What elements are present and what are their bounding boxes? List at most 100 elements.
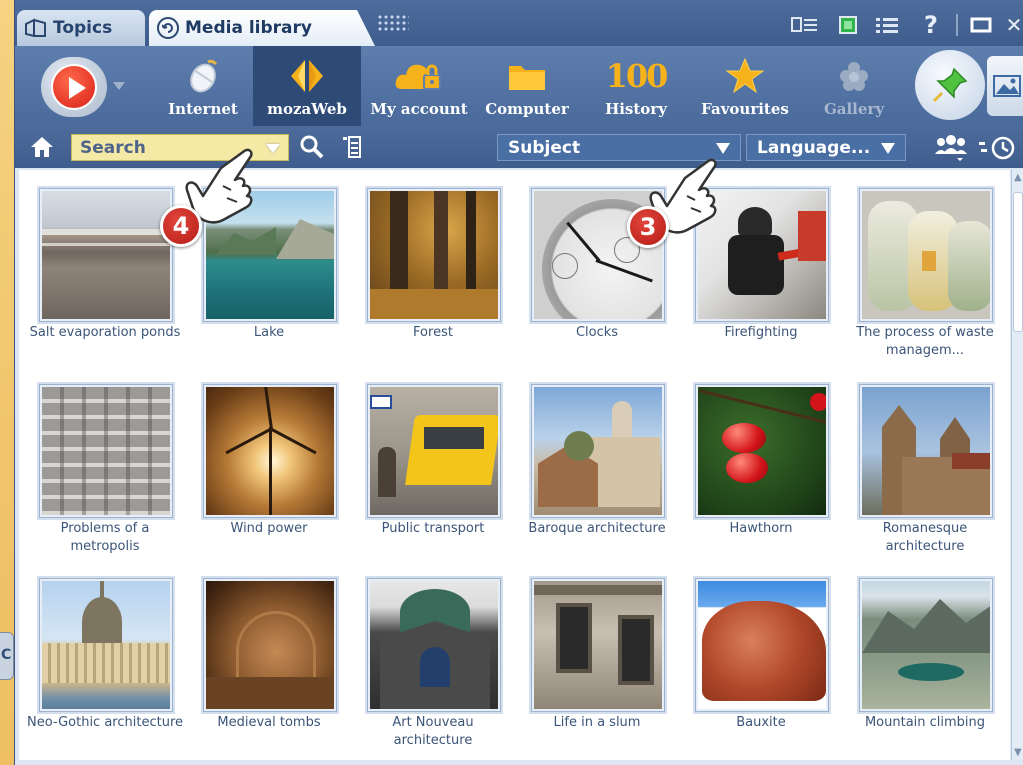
media-thumbnail <box>367 384 501 518</box>
media-item-baroque-architecture[interactable]: Baroque architecture <box>517 366 677 556</box>
media-caption: Firefighting <box>724 325 798 340</box>
media-item-medieval-tombs[interactable]: Medieval tombs <box>189 560 349 750</box>
tab-media-library[interactable]: Media library <box>149 10 357 46</box>
tab-topics-label: Topics <box>53 18 113 38</box>
internet-mouse-icon <box>186 56 220 96</box>
toolbar-gallery-button[interactable]: Gallery <box>807 46 901 126</box>
green-square-icon[interactable] <box>837 12 859 38</box>
toolbar-gallery-label: Gallery <box>823 100 885 118</box>
media-caption: Romanesque architecture <box>882 521 968 554</box>
play-icon <box>51 64 97 110</box>
image-view-button[interactable] <box>987 56 1023 116</box>
list-icon[interactable] <box>873 12 901 38</box>
search-dropdown-caret-icon[interactable] <box>266 144 280 153</box>
home-icon[interactable] <box>29 135 55 159</box>
scroll-down-icon[interactable]: ▼ <box>1014 747 1022 758</box>
topics-icon <box>25 17 47 39</box>
toolbar-my-account-button[interactable]: My account <box>365 46 473 126</box>
media-caption: Clocks <box>575 325 619 340</box>
background-window-tab[interactable]: C <box>0 632 14 680</box>
subject-chevron-down-icon <box>716 143 730 154</box>
media-caption: Art Nouveau architecture <box>392 715 474 748</box>
close-icon[interactable]: ✕ <box>1005 12 1023 38</box>
vertical-scrollbar[interactable]: ▲ ▼ <box>1011 170 1023 760</box>
play-button[interactable] <box>41 57 107 117</box>
toolbar-history-button[interactable]: 100 History <box>587 46 685 126</box>
media-item-problems-of-a-metropolis[interactable]: Problems of a metropolis <box>25 366 185 556</box>
media-item-hawthorn[interactable]: Hawthorn <box>681 366 841 556</box>
media-thumbnail <box>203 578 337 712</box>
gallery-icon <box>837 56 871 96</box>
toolbar-internet-button[interactable]: Internet <box>155 46 251 126</box>
media-thumbnail <box>859 578 993 712</box>
media-caption: The process of waste managem... <box>856 325 994 358</box>
minimize-icon[interactable] <box>967 12 995 38</box>
media-item-forest[interactable]: Forest <box>353 170 513 360</box>
tab-bar: Topics Media library ? ✕ <box>15 0 1023 46</box>
media-item-mountain-climbing[interactable]: Mountain climbing <box>845 560 1005 750</box>
pin-button[interactable] <box>915 50 985 120</box>
main-toolbar: Internet mozaWeb My account Computer 100 <box>15 46 1023 126</box>
language-dropdown[interactable]: Language... <box>746 134 906 161</box>
media-caption: Public transport <box>381 521 485 536</box>
toolbar-mozaweb-label: mozaWeb <box>267 100 347 118</box>
toolbar-computer-label: Computer <box>485 100 569 118</box>
media-item-bauxite[interactable]: Bauxite <box>681 560 841 750</box>
help-glyph: ? <box>924 11 938 39</box>
play-menu-caret-icon[interactable] <box>113 82 125 90</box>
toolbar-mozaweb-button[interactable]: mozaWeb <box>253 46 361 126</box>
media-item-neo-gothic-architecture[interactable]: Neo-Gothic architecture <box>25 560 185 750</box>
media-thumbnail <box>39 578 173 712</box>
image-icon <box>993 75 1021 97</box>
clock-history-icon[interactable] <box>977 135 1017 165</box>
media-thumbnail <box>367 578 501 712</box>
filter-bar: Search Subject Language... <box>15 126 1023 168</box>
pin-icon <box>932 67 968 103</box>
search-placeholder: Search <box>80 138 146 158</box>
media-caption: Bauxite <box>736 715 786 730</box>
media-item-art-nouveau-architecture[interactable]: Art Nouveau architecture <box>353 560 513 750</box>
media-item-wind-power[interactable]: Wind power <box>189 366 349 556</box>
media-item-life-in-a-slum[interactable]: Life in a slum <box>517 560 677 750</box>
toolbar-favourites-label: Favourites <box>701 100 789 118</box>
tab-media-library-label: Media library <box>185 18 312 38</box>
media-caption: Mountain climbing <box>864 715 986 730</box>
help-icon[interactable]: ? <box>921 11 941 39</box>
mozaweb-icon <box>289 56 325 96</box>
media-caption: Neo-Gothic architecture <box>27 715 183 730</box>
media-item-public-transport[interactable]: Public transport <box>353 366 513 556</box>
media-item-romanesque-architecture[interactable]: Romanesque architecture <box>845 366 1005 556</box>
scrollbar-thumb[interactable] <box>1013 192 1023 332</box>
media-thumbnail <box>859 384 993 518</box>
media-caption: Medieval tombs <box>217 715 321 730</box>
list-filter-icon[interactable] <box>341 135 363 163</box>
users-icon[interactable] <box>933 134 967 166</box>
media-thumbnail <box>39 188 173 322</box>
keypad-icon[interactable] <box>377 14 409 32</box>
media-caption: Wind power <box>230 521 308 536</box>
media-library-icon <box>157 17 179 39</box>
media-item-waste-management[interactable]: The process of waste managem... <box>845 170 1005 360</box>
scroll-up-icon[interactable]: ▲ <box>1014 172 1022 183</box>
language-chevron-down-icon <box>881 143 895 154</box>
toolbar-divider <box>955 12 959 38</box>
list-view-icon[interactable] <box>789 12 821 38</box>
search-icon[interactable] <box>299 134 325 164</box>
cloud-lock-icon <box>394 56 444 96</box>
media-item-salt-evaporation-ponds[interactable]: Salt evaporation ponds <box>25 170 185 360</box>
star-icon <box>725 56 765 96</box>
close-glyph: ✕ <box>1005 13 1023 37</box>
media-caption: Salt evaporation ponds <box>29 325 181 340</box>
media-thumbnail <box>531 384 665 518</box>
callout-badge-search-number: 4 <box>172 212 190 240</box>
media-thumbnail <box>39 384 173 518</box>
tab-topics[interactable]: Topics <box>17 10 145 46</box>
media-thumbnail <box>367 188 501 322</box>
callout-badge-search: 4 <box>160 205 202 247</box>
toolbar-history-label: History <box>605 100 667 118</box>
toolbar-favourites-button[interactable]: Favourites <box>695 46 795 126</box>
media-thumbnail <box>695 384 829 518</box>
toolbar-computer-button[interactable]: Computer <box>477 46 577 126</box>
history-100-text: 100 <box>605 57 669 95</box>
folder-icon <box>507 56 547 96</box>
